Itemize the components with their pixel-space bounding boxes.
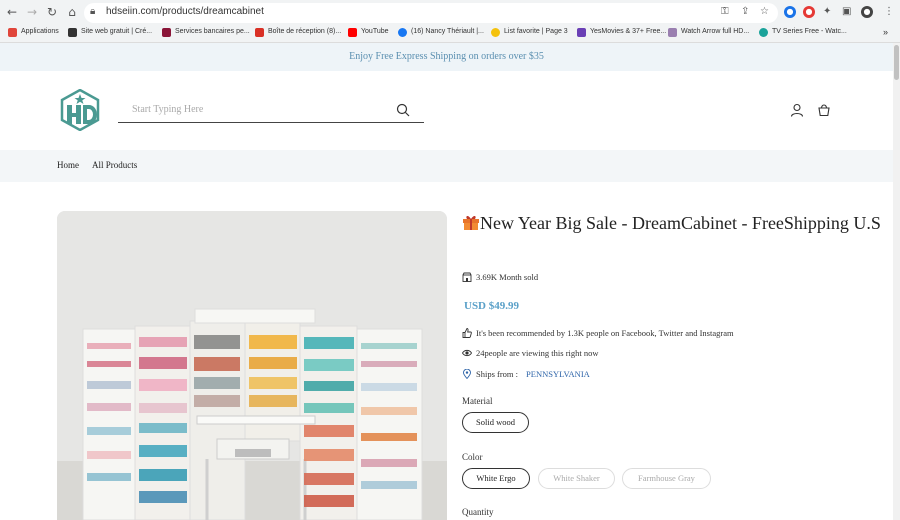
- location-pin-icon: [463, 369, 471, 379]
- puzzle-icon[interactable]: ✦: [823, 6, 831, 17]
- home-icon[interactable]: ⌂: [64, 4, 80, 20]
- eye-icon: [462, 349, 472, 357]
- color-label: Color: [462, 452, 483, 462]
- lock-icon: 🔒︎: [90, 6, 96, 17]
- store-icon: [462, 272, 472, 282]
- forward-icon[interactable]: →: [24, 4, 40, 20]
- gmail-icon: [255, 27, 264, 37]
- address-row: ← → ↻ ⌂ 🔒︎ hdseiin.com/products/dreamcab…: [0, 2, 900, 23]
- site-header: Start Typing Here: [0, 71, 893, 150]
- address-bar[interactable]: 🔒︎ hdseiin.com/products/dreamcabinet ⚿ ⇪…: [84, 3, 778, 23]
- color-option-farmhouse-gray[interactable]: Farmhouse Gray: [622, 468, 711, 489]
- product-image[interactable]: [57, 211, 447, 520]
- product-title: New Year Big Sale - DreamCabinet - FreeS…: [462, 210, 882, 236]
- bookmark-item[interactable]: Site web gratuit | Cré...: [68, 26, 152, 40]
- cart-icon[interactable]: [817, 103, 831, 117]
- bookmark-item[interactable]: Applications: [8, 26, 59, 40]
- color-option-white-shaker[interactable]: White Shaker: [538, 468, 615, 489]
- product-price: USD $49.99: [464, 300, 520, 312]
- page-scrollbar[interactable]: [893, 43, 900, 520]
- material-option-solid-wood[interactable]: Solid wood: [462, 412, 529, 433]
- sold-count: 3.69K Month sold: [462, 272, 538, 282]
- recommend-info: It's been recommended by 1.3K people on …: [462, 328, 734, 338]
- more-bookmarks-icon[interactable]: »: [883, 26, 888, 40]
- avatar[interactable]: ●: [861, 6, 873, 18]
- color-option-white-ergo[interactable]: White Ergo: [462, 468, 530, 489]
- star-icon[interactable]: ☆: [760, 6, 769, 17]
- bookmark-item[interactable]: YesMovies & 37+ Free...: [577, 26, 666, 40]
- quantity-label: Quantity: [462, 507, 494, 517]
- browser-chrome: ← → ↻ ⌂ 🔒︎ hdseiin.com/products/dreamcab…: [0, 0, 900, 43]
- bookmark-item[interactable]: Boîte de réception (8)...: [255, 26, 341, 40]
- search-input[interactable]: Start Typing Here: [118, 99, 424, 123]
- ships-from: Ships from : PENNSYLVANIA: [462, 369, 590, 379]
- tv-icon: [759, 27, 768, 37]
- bookmark-item[interactable]: (16) Nancy Thériault |...: [398, 26, 484, 40]
- youtube-icon: [348, 27, 357, 37]
- bookmark-item[interactable]: Watch Arrow full HD...: [668, 26, 749, 40]
- material-label: Material: [462, 396, 493, 406]
- key-icon[interactable]: ⚿: [721, 6, 729, 17]
- search-icon[interactable]: [396, 103, 410, 117]
- bookmark-item[interactable]: TV Series Free - Watc...: [759, 26, 847, 40]
- nav-home[interactable]: Home: [57, 160, 79, 170]
- search-placeholder: Start Typing Here: [132, 104, 204, 115]
- extension-red-icon[interactable]: ●: [803, 6, 815, 18]
- cabinet-illustration: [57, 211, 447, 520]
- store-logo[interactable]: [58, 89, 102, 131]
- sidepanel-icon[interactable]: ▣: [842, 6, 851, 17]
- gift-icon: [463, 215, 479, 230]
- bookmark-item[interactable]: List favorite | Page 3: [491, 26, 568, 40]
- wix-icon: [68, 27, 77, 37]
- apps-grid-icon: [8, 27, 17, 37]
- share-icon[interactable]: ⇪: [741, 6, 749, 17]
- reload-icon[interactable]: ↻: [44, 4, 60, 20]
- bookmark-item[interactable]: Services bancaires pe...: [162, 26, 250, 40]
- menu-icon[interactable]: ⋮: [884, 6, 894, 17]
- list-icon: [491, 27, 500, 37]
- main-nav: Home All Products: [0, 150, 893, 182]
- bookmark-item[interactable]: YouTube: [348, 26, 389, 40]
- announcement-bar: Enjoy Free Express Shipping on orders ov…: [0, 43, 893, 71]
- extension-blue-icon[interactable]: ●: [784, 6, 796, 18]
- nav-all-products[interactable]: All Products: [92, 160, 137, 170]
- bank-icon: [162, 27, 171, 37]
- back-icon[interactable]: ←: [4, 4, 20, 20]
- viewers-info: 24people are viewing this right now: [462, 348, 599, 358]
- facebook-icon: [398, 27, 407, 37]
- thumbs-up-icon: [462, 328, 472, 338]
- bookmarks-bar: Applications Site web gratuit | Cré... S…: [0, 24, 900, 41]
- yesmovies-icon: [577, 27, 586, 37]
- scrollbar-thumb[interactable]: [894, 45, 899, 80]
- arrow-icon: [668, 27, 677, 37]
- url-text: hdseiin.com/products/dreamcabinet: [106, 6, 264, 17]
- ships-from-value: PENNSYLVANIA: [526, 369, 590, 379]
- product-title-text: New Year Big Sale - DreamCabinet - FreeS…: [480, 213, 881, 233]
- account-icon[interactable]: [790, 103, 804, 117]
